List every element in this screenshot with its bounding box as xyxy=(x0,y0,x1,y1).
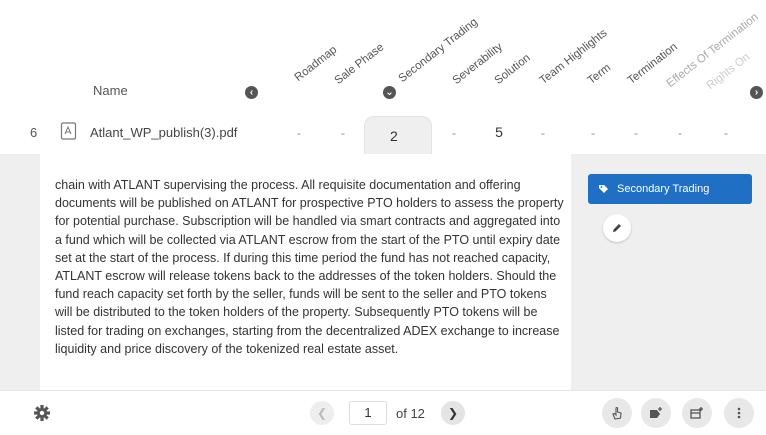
secondary-trading-tag-button[interactable]: Secondary Trading xyxy=(588,174,752,204)
cell-secondary-trading[interactable]: 2 xyxy=(390,128,398,144)
column-solution[interactable]: Solution xyxy=(493,52,533,87)
cell-roadmap[interactable]: - xyxy=(289,126,309,140)
name-column-header[interactable]: Name xyxy=(93,83,128,98)
pencil-icon xyxy=(613,224,621,232)
more-options-button[interactable] xyxy=(724,398,754,428)
next-page-button[interactable]: ❯ xyxy=(441,401,465,425)
cell-effects-of-termination[interactable]: - xyxy=(670,126,690,140)
sort-down-icon[interactable]: ⌄ xyxy=(383,86,396,99)
cell-severability[interactable]: - xyxy=(444,126,464,140)
pdf-file-icon xyxy=(60,122,77,140)
pointer-tool-button[interactable] xyxy=(602,398,632,428)
more-vertical-icon xyxy=(737,407,741,419)
document-text-panel: chain with ATLANT supervising the proces… xyxy=(40,154,571,390)
table-row[interactable]: 6 Atlant_WP_publish(3).pdf - - - 5 - - -… xyxy=(0,112,766,154)
chevron-right-icon: ❯ xyxy=(447,406,459,420)
table-header: Name ‹ Roadmap Sale Phase ⌄ Secondary Tr… xyxy=(0,0,766,112)
add-tag-icon xyxy=(650,407,662,418)
column-term[interactable]: Term xyxy=(586,62,614,87)
tag-button-label: Secondary Trading xyxy=(617,183,710,195)
page-count-label: of 12 xyxy=(396,406,425,421)
add-tag-button[interactable] xyxy=(641,398,671,428)
chevron-left-icon: ❮ xyxy=(316,406,328,420)
cell-term[interactable]: - xyxy=(583,126,603,140)
add-column-button[interactable] xyxy=(682,398,712,428)
page-number-input[interactable]: 1 xyxy=(349,401,387,425)
previous-page-button[interactable]: ❮ xyxy=(310,401,334,425)
tag-icon xyxy=(599,184,608,193)
column-sale-phase[interactable]: Sale Phase xyxy=(333,41,387,87)
edit-button[interactable] xyxy=(603,214,631,242)
cell-team-highlights[interactable]: - xyxy=(533,126,553,140)
hand-pointer-icon xyxy=(612,406,622,420)
gear-icon[interactable] xyxy=(33,404,51,422)
cell-solution[interactable]: 5 xyxy=(489,124,509,140)
scroll-columns-right-icon[interactable]: › xyxy=(750,86,763,99)
file-name[interactable]: Atlant_WP_publish(3).pdf xyxy=(90,125,237,140)
cell-rights-on[interactable]: - xyxy=(716,126,736,140)
sort-circle-icon[interactable]: ‹ xyxy=(245,86,258,99)
document-excerpt[interactable]: chain with ATLANT supervising the proces… xyxy=(55,176,565,358)
cell-termination[interactable]: - xyxy=(626,126,646,140)
cell-sale-phase[interactable]: - xyxy=(333,126,353,140)
row-number: 6 xyxy=(30,125,38,140)
bottom-toolbar: ❮ 1 of 12 ❯ xyxy=(0,390,766,435)
add-column-icon xyxy=(690,407,703,419)
